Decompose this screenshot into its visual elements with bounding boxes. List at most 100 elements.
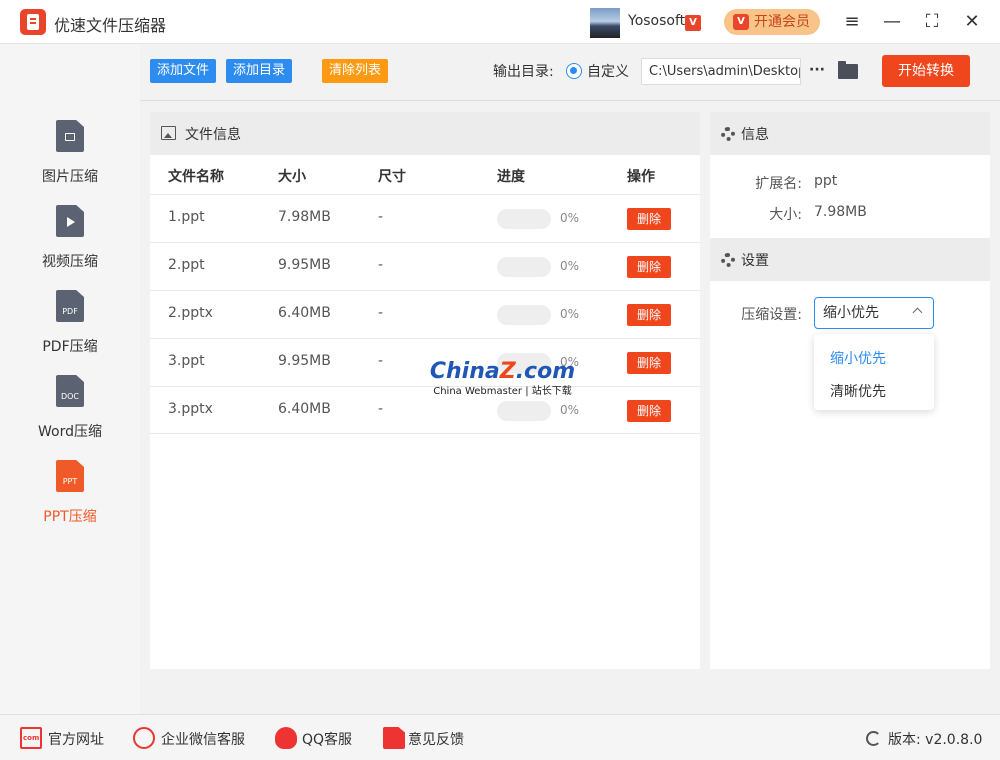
custom-output-radio-label[interactable]: 自定义 — [587, 61, 629, 81]
sidebar-item-label: 图片压缩 — [42, 169, 98, 185]
sidebar-item-ppt-compress[interactable]: PPT PPT压缩 — [0, 460, 140, 540]
chevron-up-icon — [912, 307, 923, 318]
ppt-file-icon: PPT — [56, 460, 84, 492]
file-name: 2.ppt — [168, 257, 205, 273]
info-panel: 信息 扩展名: ppt 大小: 7.98MB 设置 压缩设置: 缩小优先 缩小优… — [710, 112, 990, 669]
output-path-field[interactable]: C:\Users\admin\Desktop — [641, 58, 801, 85]
compress-setting-select[interactable]: 缩小优先 — [814, 297, 934, 329]
custom-output-radio[interactable] — [566, 63, 582, 79]
compress-setting-value: 缩小优先 — [823, 305, 879, 321]
column-header-size: 大小 — [278, 169, 306, 185]
file-name: 3.ppt — [168, 353, 205, 369]
image-icon — [161, 126, 176, 140]
sidebar-item-label: PPT压缩 — [43, 509, 97, 525]
image-file-icon — [56, 120, 84, 152]
sidebar-item-pdf-compress[interactable]: PDF PDF压缩 — [0, 290, 140, 370]
start-convert-button[interactable]: 开始转换 — [882, 55, 970, 87]
delete-button[interactable]: 删除 — [627, 352, 671, 374]
size-label: 大小: — [769, 207, 802, 223]
watermark: ChinaZ.com China Webmaster | 站长下载 — [420, 358, 585, 403]
user-avatar[interactable] — [590, 8, 620, 38]
open-vip-button[interactable]: V 开通会员 — [724, 9, 820, 35]
dropdown-option-clearer[interactable]: 清晰优先 — [830, 381, 886, 401]
sidebar-item-label: PDF压缩 — [42, 339, 98, 355]
menu-icon[interactable]: ≡ — [840, 10, 864, 34]
vip-badge-icon: V — [685, 15, 701, 31]
qq-service-link[interactable]: QQ客服 — [302, 729, 352, 749]
file-dimensions: - — [378, 209, 384, 225]
more-icon[interactable]: ··· — [807, 59, 827, 83]
table-row[interactable]: 2.ppt 9.95MB - 0% 删除 — [150, 242, 700, 290]
wechat-service-icon[interactable] — [133, 727, 155, 749]
sidebar-item-video-compress[interactable]: 视频压缩 — [0, 205, 140, 285]
progress-percent: 0% — [560, 307, 580, 321]
website-link[interactable]: 官方网址 — [48, 729, 104, 749]
open-vip-label: 开通会员 — [754, 14, 810, 30]
sidebar-item-label: Word压缩 — [38, 424, 102, 440]
progress-bar — [497, 305, 551, 325]
table-row[interactable]: 2.pptx 6.40MB - 0% 删除 — [150, 290, 700, 338]
file-name: 3.pptx — [168, 401, 213, 417]
extension-value: ppt — [814, 173, 838, 189]
footer: 官方网址 企业微信客服 QQ客服 意见反馈 版本: v2.0.8.0 — [0, 714, 1000, 760]
title-bar: 优速文件压缩器 Yososoft V V 开通会员 ≡ — ⛶ ✕ — [0, 0, 1000, 44]
add-file-button[interactable]: 添加文件 — [150, 59, 217, 83]
size-value: 7.98MB — [814, 204, 867, 220]
user-name[interactable]: Yososoft — [628, 13, 685, 29]
maximize-icon[interactable]: ⛶ — [920, 10, 944, 34]
wechat-service-link[interactable]: 企业微信客服 — [161, 729, 245, 749]
column-header-name: 文件名称 — [168, 169, 224, 185]
file-dimensions: - — [378, 353, 384, 369]
extension-label: 扩展名: — [755, 176, 802, 192]
settings-header: 设置 — [710, 238, 990, 281]
add-directory-button[interactable]: 添加目录 — [226, 59, 293, 83]
file-dimensions: - — [378, 401, 384, 417]
column-header-dimensions: 尺寸 — [378, 169, 406, 185]
progress-bar — [497, 257, 551, 277]
compress-setting-dropdown: 缩小优先 清晰优先 — [814, 334, 934, 410]
website-icon[interactable] — [20, 727, 42, 749]
file-name: 2.pptx — [168, 305, 213, 321]
file-panel-header: 文件信息 — [150, 112, 700, 155]
delete-button[interactable]: 删除 — [627, 304, 671, 326]
clear-list-button[interactable]: 清除列表 — [322, 59, 389, 83]
info-panel-header: 信息 — [710, 112, 990, 155]
file-dimensions: - — [378, 257, 384, 273]
refresh-icon[interactable] — [866, 731, 881, 746]
sidebar-item-label: 视频压缩 — [42, 254, 98, 270]
delete-button[interactable]: 删除 — [627, 400, 671, 422]
qq-icon[interactable] — [275, 727, 297, 749]
minimize-icon[interactable]: — — [880, 10, 904, 34]
file-size: 9.95MB — [278, 353, 331, 369]
app-title: 优速文件压缩器 — [54, 16, 167, 35]
doc-file-icon: DOC — [56, 375, 84, 407]
delete-button[interactable]: 删除 — [627, 256, 671, 278]
file-name: 1.ppt — [168, 209, 205, 225]
video-file-icon — [56, 205, 84, 237]
file-size: 9.95MB — [278, 257, 331, 273]
table-row[interactable]: 1.ppt 7.98MB - 0% 删除 — [150, 194, 700, 242]
gear-icon — [721, 253, 735, 267]
progress-bar — [497, 401, 551, 421]
sidebar-item-word-compress[interactable]: DOC Word压缩 — [0, 375, 140, 455]
file-size: 6.40MB — [278, 305, 331, 321]
file-dimensions: - — [378, 305, 384, 321]
feedback-link[interactable]: 意见反馈 — [408, 729, 464, 749]
feedback-icon[interactable] — [383, 727, 405, 749]
delete-button[interactable]: 删除 — [627, 208, 671, 230]
dropdown-option-smaller[interactable]: 缩小优先 — [830, 348, 886, 368]
sidebar: 图片压缩 视频压缩 PDF PDF压缩 DOC Word压缩 PPT PPT压缩 — [0, 45, 140, 714]
column-header-action: 操作 — [627, 169, 655, 185]
folder-icon[interactable] — [838, 61, 858, 79]
close-icon[interactable]: ✕ — [960, 10, 984, 34]
progress-percent: 0% — [560, 403, 580, 417]
output-dir-label: 输出目录: — [493, 64, 554, 80]
watermark-logo: ChinaZ.com — [429, 359, 576, 384]
watermark-subtitle: China Webmaster | 站长下载 — [433, 386, 572, 397]
toolbar: 添加文件 添加目录 清除列表 输出目录: 自定义 C:\Users\admin\… — [140, 45, 1000, 101]
info-panel-title: 信息 — [741, 127, 769, 143]
progress-percent: 0% — [560, 259, 580, 273]
gear-icon — [721, 127, 735, 141]
file-panel-title: 文件信息 — [185, 127, 241, 143]
sidebar-item-image-compress[interactable]: 图片压缩 — [0, 120, 140, 200]
